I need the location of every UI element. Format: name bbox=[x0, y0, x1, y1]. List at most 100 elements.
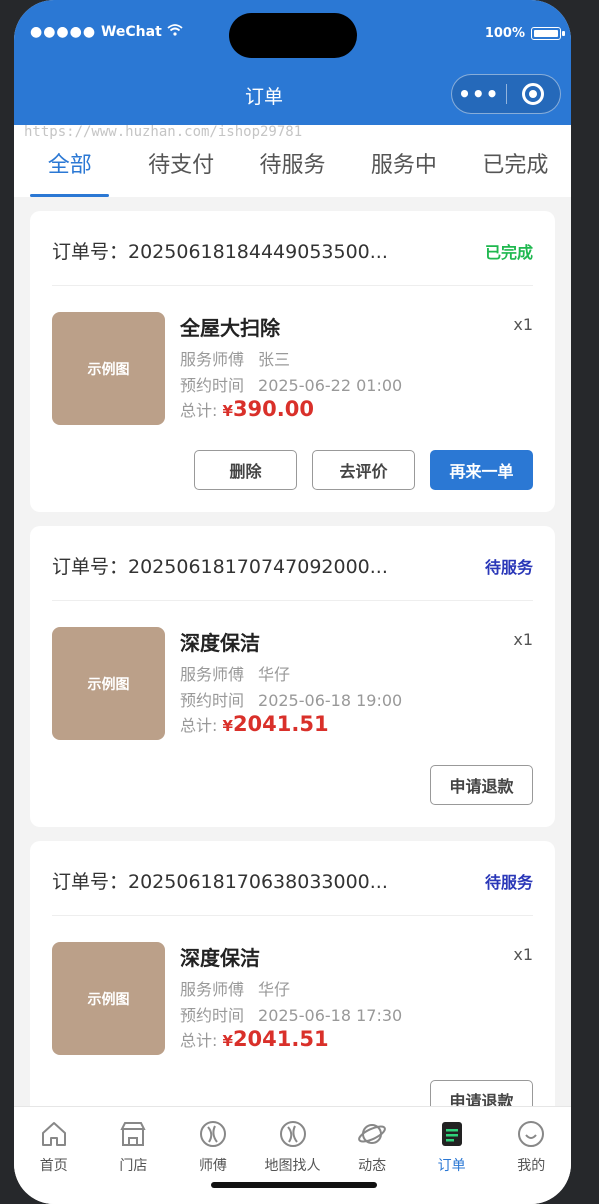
tabbar-label: 动态 bbox=[358, 1158, 387, 1174]
page-title: 订单 bbox=[244, 86, 283, 108]
time-row: 预约时间 2025-06-22 01:00 bbox=[180, 372, 402, 396]
worker-icon bbox=[173, 1119, 253, 1149]
appointment-time: 2025-06-22 01:00 bbox=[258, 376, 403, 395]
order-number: 订单号：20250618170747092000... bbox=[52, 556, 388, 578]
order-icon bbox=[412, 1119, 492, 1149]
more-button[interactable]: ••• bbox=[452, 74, 506, 114]
order-number: 订单号：20250618184449053500... bbox=[52, 241, 388, 263]
camera-notch bbox=[229, 13, 357, 58]
status-badge: 已完成 bbox=[484, 243, 533, 262]
signal-icon: ●●●●● bbox=[30, 24, 97, 40]
tab-4[interactable]: 已完成 bbox=[460, 125, 571, 197]
total-price: ¥2041.51 bbox=[223, 712, 329, 736]
total-row: 总计: ¥2041.51 bbox=[180, 1027, 329, 1051]
status-badge: 待服务 bbox=[484, 873, 533, 892]
tabbar-item-5[interactable]: 订单 bbox=[412, 1107, 492, 1204]
wifi-icon bbox=[167, 24, 183, 40]
order-action-button[interactable]: 删除 bbox=[194, 450, 297, 490]
close-miniprogram-button[interactable] bbox=[506, 83, 560, 105]
service-image[interactable]: 示例图 bbox=[52, 942, 165, 1055]
phone-screen: ●●●●● WeChat 100% 订单 ••• 全部 待支付 待服务 服务中 已完成 … bbox=[14, 0, 571, 1204]
currency-symbol: ¥ bbox=[222, 717, 233, 735]
home-icon bbox=[14, 1119, 94, 1149]
worker-name: 华仔 bbox=[258, 980, 291, 999]
battery-status: 100% bbox=[484, 26, 565, 41]
total-label: 总计: bbox=[180, 1031, 218, 1050]
quantity: x1 bbox=[513, 315, 533, 334]
time-label: 预约时间 bbox=[180, 1006, 245, 1025]
status-badge: 待服务 bbox=[484, 558, 533, 577]
order-number: 订单号：20250618170638033000... bbox=[52, 871, 388, 893]
divider bbox=[52, 600, 533, 601]
worker-label: 服务师傅 bbox=[180, 980, 245, 999]
tab-3[interactable]: 服务中 bbox=[348, 125, 459, 197]
bottom-tabbar: 首页 门店 师傅 地图找人 动态 订单 我的 bbox=[14, 1106, 571, 1204]
order-actions: 申请退款 bbox=[430, 765, 533, 805]
order-action-button[interactable]: 去评价 bbox=[312, 450, 415, 490]
total-label: 总计: bbox=[180, 401, 218, 420]
planet-icon bbox=[332, 1119, 412, 1149]
currency-symbol: ¥ bbox=[222, 402, 233, 420]
order-card[interactable]: 订单号：20250618170747092000... 待服务 示例图 深度保洁… bbox=[30, 526, 555, 827]
home-indicator bbox=[211, 1182, 377, 1188]
service-image[interactable]: 示例图 bbox=[52, 312, 165, 425]
order-actions: 删除 去评价 再来一单 bbox=[194, 450, 533, 490]
tabbar-label: 师傅 bbox=[198, 1158, 227, 1174]
tabbar-item-0[interactable]: 首页 bbox=[14, 1107, 94, 1204]
service-image[interactable]: 示例图 bbox=[52, 627, 165, 740]
target-icon bbox=[522, 83, 545, 105]
total-price: ¥2041.51 bbox=[223, 1027, 329, 1051]
service-name: 深度保洁 bbox=[180, 631, 260, 655]
tabbar-label: 我的 bbox=[517, 1158, 546, 1174]
order-card[interactable]: 订单号：20250618170638033000... 待服务 示例图 深度保洁… bbox=[30, 841, 555, 1142]
total-price: ¥390.00 bbox=[223, 397, 314, 421]
store-icon bbox=[94, 1119, 174, 1149]
header: ●●●●● WeChat 100% 订单 ••• bbox=[14, 0, 571, 125]
worker-row: 服务师傅 华仔 bbox=[180, 661, 290, 685]
carrier: ●●●●● WeChat bbox=[30, 24, 183, 40]
price-amount: 390.00 bbox=[232, 397, 314, 421]
worker-label: 服务师傅 bbox=[180, 350, 245, 369]
watermark: https://www.huzhan.com/ishop29781 bbox=[24, 124, 303, 140]
quantity: x1 bbox=[513, 945, 533, 964]
order-action-button[interactable]: 申请退款 bbox=[430, 765, 533, 805]
tabbar-label: 门店 bbox=[119, 1158, 148, 1174]
tabbar-item-4[interactable]: 动态 bbox=[332, 1107, 412, 1204]
map-icon bbox=[253, 1119, 333, 1149]
tabbar-item-6[interactable]: 我的 bbox=[491, 1107, 571, 1204]
service-name: 全屋大扫除 bbox=[180, 316, 280, 340]
total-row: 总计: ¥2041.51 bbox=[180, 712, 329, 736]
currency-symbol: ¥ bbox=[222, 1032, 233, 1050]
service-name: 深度保洁 bbox=[180, 946, 260, 970]
total-row: 总计: ¥390.00 bbox=[180, 397, 314, 421]
tabbar-label: 首页 bbox=[39, 1158, 68, 1174]
quantity: x1 bbox=[513, 630, 533, 649]
worker-label: 服务师傅 bbox=[180, 665, 245, 684]
time-row: 预约时间 2025-06-18 17:30 bbox=[180, 1002, 402, 1026]
divider bbox=[52, 915, 533, 916]
worker-row: 服务师傅 张三 bbox=[180, 346, 290, 370]
battery-percent: 100% bbox=[484, 26, 525, 41]
appointment-time: 2025-06-18 19:00 bbox=[258, 691, 403, 710]
tabbar-item-2[interactable]: 师傅 bbox=[173, 1107, 253, 1204]
tabbar-label: 订单 bbox=[437, 1158, 466, 1174]
tabbar-label: 地图找人 bbox=[264, 1158, 321, 1174]
appointment-time: 2025-06-18 17:30 bbox=[258, 1006, 403, 1025]
order-list: 订单号：20250618184449053500... 已完成 示例图 全屋大扫… bbox=[30, 211, 555, 1156]
worker-name: 张三 bbox=[258, 350, 291, 369]
time-label: 预约时间 bbox=[180, 691, 245, 710]
time-label: 预约时间 bbox=[180, 376, 245, 395]
order-card[interactable]: 订单号：20250618184449053500... 已完成 示例图 全屋大扫… bbox=[30, 211, 555, 512]
divider bbox=[52, 285, 533, 286]
battery-icon bbox=[531, 27, 565, 40]
total-label: 总计: bbox=[180, 716, 218, 735]
carrier-name: WeChat bbox=[100, 24, 162, 40]
price-amount: 2041.51 bbox=[232, 712, 329, 736]
profile-icon bbox=[491, 1119, 571, 1149]
tabbar-item-1[interactable]: 门店 bbox=[94, 1107, 174, 1204]
status-bar: ●●●●● WeChat 100% bbox=[14, 0, 571, 68]
tabbar-item-3[interactable]: 地图找人 bbox=[253, 1107, 333, 1204]
price-amount: 2041.51 bbox=[232, 1027, 329, 1051]
miniprogram-capsule: ••• bbox=[451, 74, 561, 114]
order-action-button[interactable]: 再来一单 bbox=[430, 450, 533, 490]
